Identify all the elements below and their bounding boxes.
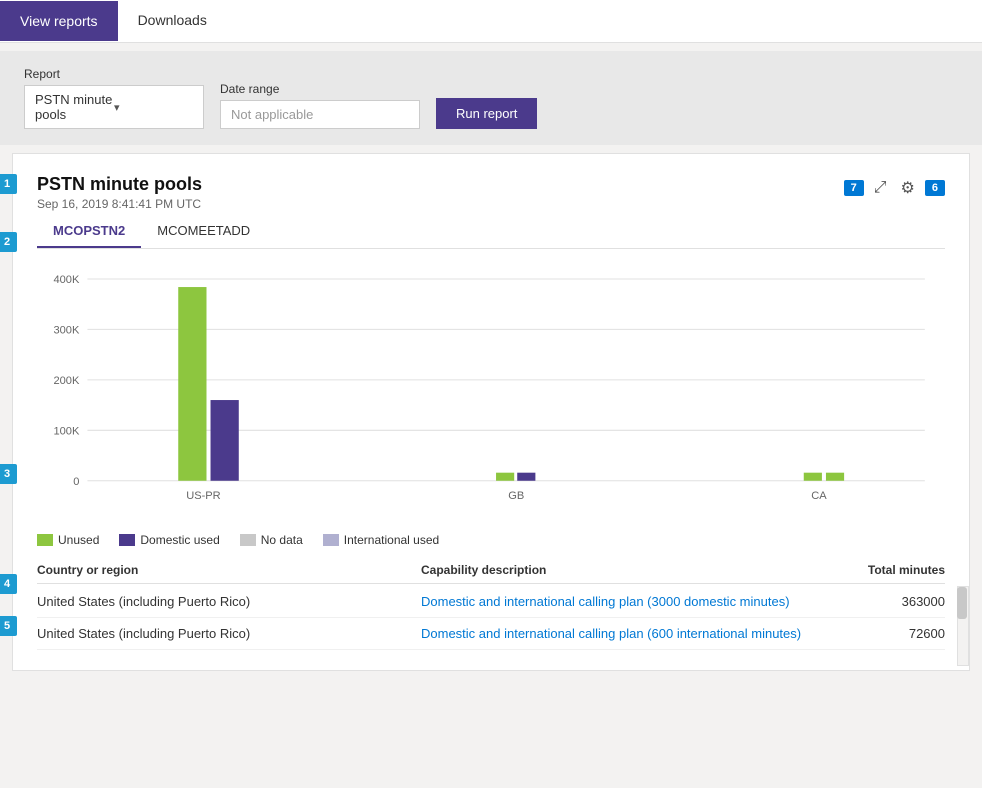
side-badge-4: 4 (0, 574, 17, 594)
legend-domestic-color (119, 534, 135, 546)
view-reports-button[interactable]: View reports (0, 1, 118, 41)
legend-international-label: International used (344, 533, 439, 547)
svg-text:0: 0 (73, 476, 79, 488)
date-range-placeholder: Not applicable (231, 107, 313, 122)
report-title: PSTN minute pools (37, 174, 202, 195)
report-value: PSTN minute pools (35, 92, 114, 122)
bar-uspr-domestic (211, 400, 239, 481)
bar-ca-unused (804, 473, 822, 481)
report-label: Report (24, 67, 204, 81)
legend-unused: Unused (37, 533, 99, 547)
run-report-button[interactable]: Run report (436, 98, 537, 129)
svg-text:GB: GB (508, 490, 524, 502)
cell-country-1: United States (including Puerto Rico) (37, 626, 421, 641)
table-body: United States (including Puerto Rico) Do… (37, 586, 945, 650)
svg-text:100K: 100K (53, 425, 79, 437)
scrollbar-thumb (957, 587, 967, 619)
report-filter-group: Report PSTN minute pools ▾ (24, 67, 204, 129)
cell-capability-1: Domestic and international calling plan … (421, 626, 805, 641)
legend-unused-label: Unused (58, 533, 99, 547)
chart-svg: 400K 300K 200K 100K 0 US-PR GB CA (37, 265, 945, 525)
svg-text:US-PR: US-PR (186, 490, 220, 502)
downloads-button[interactable]: Downloads (118, 0, 227, 42)
top-navigation: View reports Downloads (0, 0, 982, 43)
report-dropdown[interactable]: PSTN minute pools ▾ (24, 85, 204, 129)
report-title-group: PSTN minute pools Sep 16, 2019 8:41:41 P… (37, 174, 202, 211)
legend: Unused Domestic used No data Internation… (37, 533, 945, 547)
report-header: PSTN minute pools Sep 16, 2019 8:41:41 P… (37, 174, 945, 211)
legend-international-color (323, 534, 339, 546)
tab-mcopstn2[interactable]: MCOPSTN2 (37, 215, 141, 248)
col-country: Country or region (37, 563, 421, 577)
capability-link-1[interactable]: Domestic and international calling plan … (421, 626, 801, 641)
cell-country-0: United States (including Puerto Rico) (37, 594, 421, 609)
table-section: Country or region Capability description… (37, 563, 945, 650)
legend-international: International used (323, 533, 439, 547)
badge-6: 6 (925, 180, 945, 196)
bar-uspr-unused (178, 287, 206, 481)
cell-total-1: 72600 (805, 626, 945, 641)
legend-nodata: No data (240, 533, 303, 547)
report-date: Sep 16, 2019 8:41:41 PM UTC (37, 197, 202, 211)
side-badge-5: 5 (0, 616, 17, 636)
legend-nodata-color (240, 534, 256, 546)
scrollbar[interactable] (957, 586, 969, 666)
table-row: United States (including Puerto Rico) Do… (37, 618, 945, 650)
badge-7: 7 (844, 180, 864, 196)
bar-gb-domestic (517, 473, 535, 481)
svg-text:300K: 300K (53, 324, 79, 336)
settings-icon-button[interactable]: ⚙ (897, 174, 919, 202)
col-capability: Capability description (421, 563, 805, 577)
chart-area: 400K 300K 200K 100K 0 US-PR GB CA (37, 265, 945, 525)
tab-mcomeetadd[interactable]: MCOMEETADD (141, 215, 266, 248)
svg-text:200K: 200K (53, 375, 79, 387)
chevron-down-icon: ▾ (114, 101, 193, 114)
filter-bar: Report PSTN minute pools ▾ Date range No… (0, 51, 982, 145)
cell-total-0: 363000 (805, 594, 945, 609)
col-total: Total minutes (805, 563, 945, 577)
legend-unused-color (37, 534, 53, 546)
table-row: United States (including Puerto Rico) Do… (37, 586, 945, 618)
capability-link-0[interactable]: Domestic and international calling plan … (421, 594, 790, 609)
legend-domestic-label: Domestic used (140, 533, 219, 547)
side-badge-1: 1 (0, 174, 17, 194)
header-actions: 7 ⤢ ⚙ 6 (844, 174, 945, 202)
date-range-input[interactable]: Not applicable (220, 100, 420, 129)
report-card: 1 PSTN minute pools Sep 16, 2019 8:41:41… (12, 153, 970, 671)
date-range-label: Date range (220, 82, 420, 96)
cell-capability-0: Domestic and international calling plan … (421, 594, 805, 609)
table-header: Country or region Capability description… (37, 563, 945, 584)
side-badge-2: 2 (0, 232, 17, 252)
bar-ca-domestic (826, 473, 844, 481)
legend-domestic: Domestic used (119, 533, 219, 547)
date-range-filter-group: Date range Not applicable (220, 82, 420, 129)
filter-row: Report PSTN minute pools ▾ Date range No… (24, 67, 958, 129)
tab-bar: MCOPSTN2 MCOMEETADD (37, 215, 945, 249)
legend-nodata-label: No data (261, 533, 303, 547)
bar-gb-unused (496, 473, 514, 481)
svg-text:400K: 400K (53, 274, 79, 286)
expand-icon-button[interactable]: ⤢ (870, 175, 891, 201)
side-badge-3: 3 (0, 464, 17, 484)
svg-text:CA: CA (811, 490, 827, 502)
